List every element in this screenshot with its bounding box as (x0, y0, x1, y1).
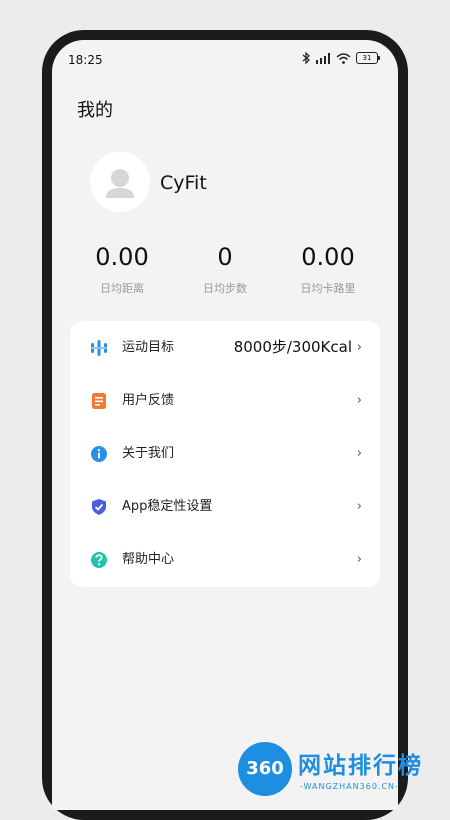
menu-item-label: App稳定性设置 (122, 499, 213, 514)
goal-bars-icon (91, 340, 107, 356)
menu-item-about-us[interactable]: 关于我们 › (70, 427, 380, 480)
page-title: 我的 (77, 100, 113, 121)
stat-value: 0 (217, 243, 233, 271)
menu-item-exercise-goal[interactable]: 运动目标 8000步/300Kcal › (70, 321, 380, 374)
bluetooth-icon (302, 52, 310, 64)
info-icon (91, 446, 107, 462)
status-bar: 18:25 31 (52, 40, 398, 84)
stat-value: 0.00 (301, 243, 355, 271)
phone-screen: 18:25 31 我的 CyFit 0.00 日均距离 0 日均步数 0.00 … (52, 40, 398, 810)
chevron-right-icon: › (356, 340, 362, 355)
stat-label: 日均距离 (100, 282, 144, 295)
stat-distance: 0.00 日均距离 (72, 240, 172, 296)
chevron-right-icon: › (356, 552, 362, 567)
menu-item-label: 用户反馈 (122, 393, 175, 408)
stat-steps: 0 日均步数 (175, 240, 275, 296)
stat-label: 日均卡路里 (300, 282, 356, 295)
status-time: 18:25 (68, 53, 103, 67)
menu-item-feedback[interactable]: 用户反馈 › (70, 374, 380, 427)
menu-item-help-center[interactable]: 帮助中心 › (70, 533, 380, 586)
menu-item-label: 帮助中心 (122, 552, 175, 567)
watermark-circle: 360 (238, 742, 292, 796)
stat-label: 日均步数 (203, 282, 247, 295)
menu-item-label: 运动目标 (122, 340, 175, 355)
status-icons: 31 (302, 52, 380, 64)
help-icon (91, 552, 107, 568)
signal-icon (316, 52, 330, 64)
battery-icon: 31 (356, 52, 380, 64)
menu-card: 运动目标 8000步/300Kcal › 用户反馈 › 关于我们 › App稳定… (70, 321, 380, 587)
menu-item-app-stability[interactable]: App稳定性设置 › (70, 480, 380, 533)
menu-item-value: 8000步/300Kcal (233, 338, 352, 356)
stat-value: 0.00 (95, 243, 149, 271)
chevron-right-icon: › (356, 393, 362, 408)
chevron-right-icon: › (356, 499, 362, 514)
watermark-subtext: -WANGZHAN360.CN- (300, 782, 399, 791)
username[interactable]: CyFit (160, 172, 207, 194)
watermark-text: 网站排行榜 (298, 753, 423, 779)
wifi-icon (336, 52, 351, 64)
watermark-logo: 360 网站排行榜 -WANGZHAN360.CN- (238, 742, 450, 800)
stat-calories: 0.00 日均卡路里 (278, 240, 378, 296)
menu-item-label: 关于我们 (122, 446, 175, 461)
chevron-right-icon: › (356, 446, 362, 461)
default-avatar-icon (106, 169, 134, 198)
avatar[interactable] (90, 152, 150, 212)
shield-check-icon (92, 499, 106, 515)
feedback-doc-icon (92, 393, 106, 409)
